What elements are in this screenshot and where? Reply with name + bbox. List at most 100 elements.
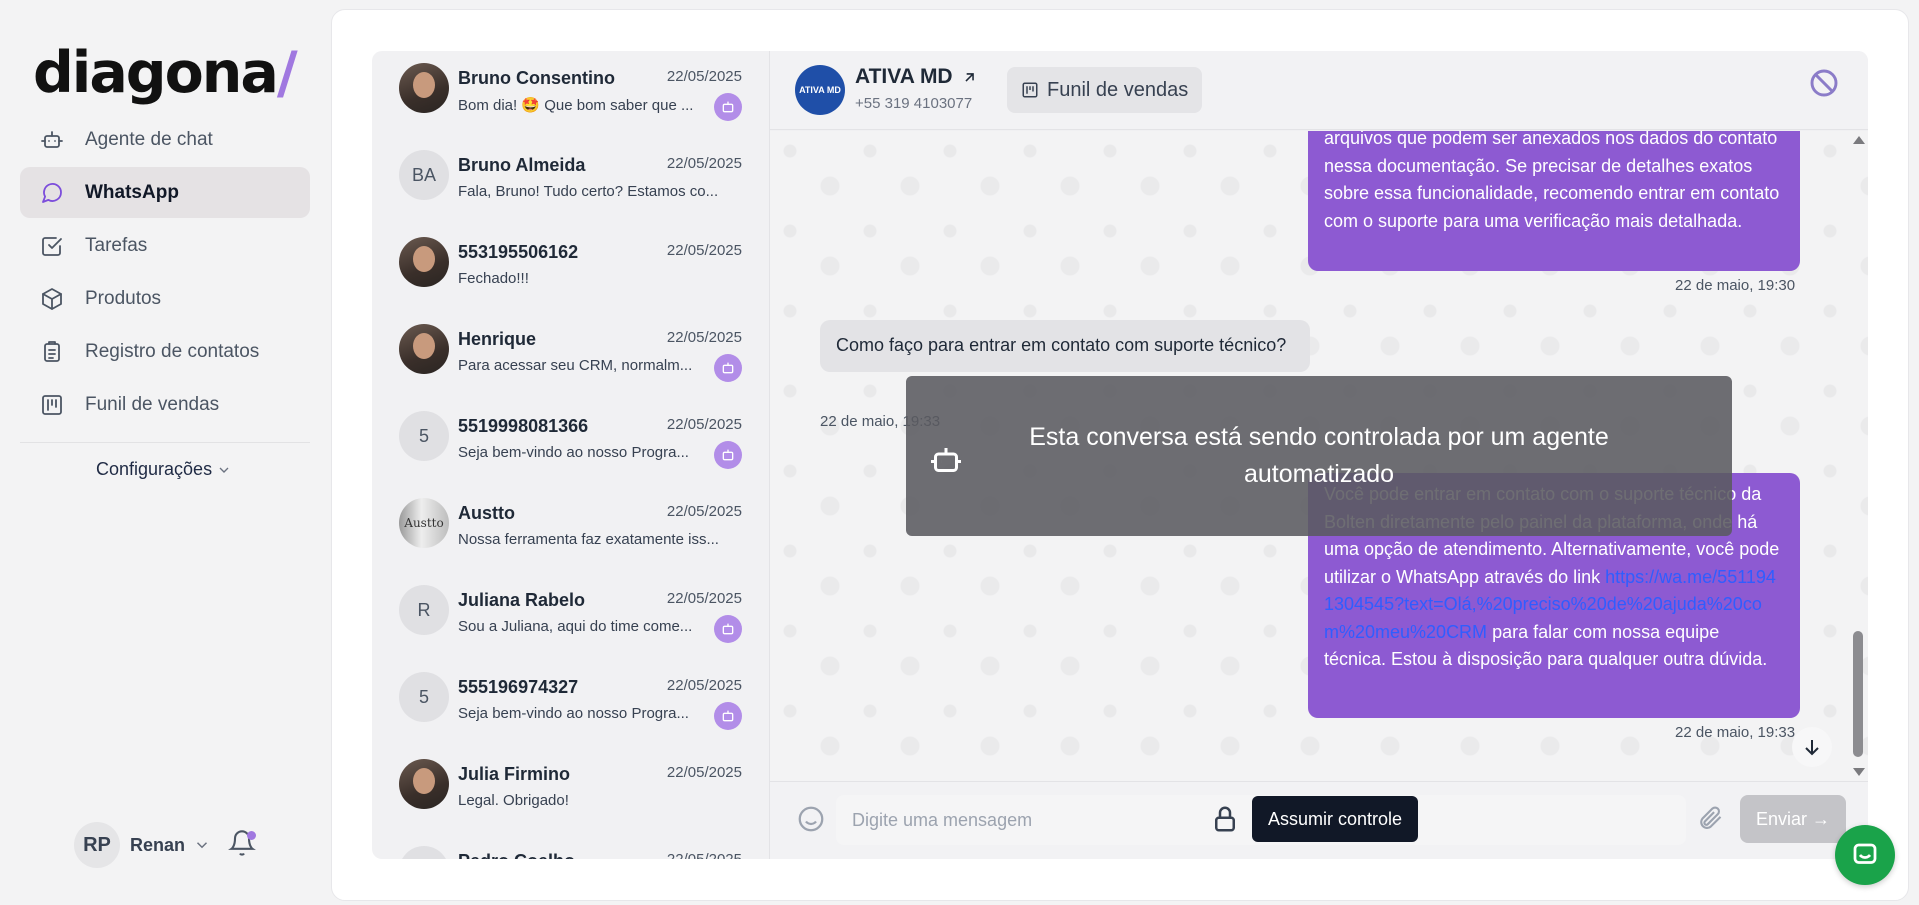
scroll-down-arrow[interactable] [1853,768,1865,776]
sidebar-item-chat-agent[interactable]: Agente de chat [20,114,310,165]
contact-last-message: Fechado!!! [458,270,529,287]
contact-date: 22/05/2025 [666,242,742,259]
contact-name: Austto [458,503,515,523]
chat-messages[interactable]: arquivos que podem ser anexados nos dado… [770,131,1868,781]
list-item[interactable]: 5 5519998081366 22/05/2025 Seja bem-vind… [372,399,769,486]
message-text: arquivos que podem ser anexados nos dado… [1324,131,1780,231]
contact-name: Pedro Coelho [458,851,575,859]
block-button[interactable] [1808,67,1844,103]
kanban-icon [40,393,64,417]
contact-date: 22/05/2025 [666,329,742,346]
avatar: R [399,585,449,635]
settings-dropdown[interactable]: Configurações [96,459,232,480]
chat-contact-name-text: ATIVA MD [855,65,953,88]
package-icon [40,287,64,311]
contact-date: 22/05/2025 [666,764,742,781]
sidebar: diagona/ Agente de chat WhatsApp Tarefas… [0,0,330,905]
message-time: 22 de maio, 19:33 [1675,724,1796,741]
kanban-icon [1022,82,1038,98]
automation-overlay-text: Esta conversa está sendo controlada por … [1029,423,1609,488]
robot-icon [714,615,742,643]
contact-last-message: Para acessar seu CRM, normalm... [458,357,693,374]
contact-last-message: Nossa ferramenta faz exatamente iss... [458,531,719,548]
sales-funnel-button[interactable]: Funil de vendas [1007,67,1203,113]
contact-last-message: Sou a Juliana, aqui do time come... [458,618,693,635]
sidebar-item-sales-funnel[interactable]: Funil de vendas [20,379,310,430]
scrollbar-thumb[interactable] [1853,631,1863,757]
chevron-down-icon [219,467,229,473]
contact-name: Henrique [458,329,537,349]
list-item[interactable]: Julia Firmino 22/05/2025 Legal. Obrigado… [372,747,769,834]
sidebar-item-products[interactable]: Produtos [20,273,310,324]
avatar [399,324,449,374]
list-item[interactable]: Austto Austto 22/05/2025 Nossa ferrament… [372,486,769,573]
contact-last-message: Bom dia! 🤩 Que bom saber que ... [458,97,694,114]
user-menu[interactable]: RP Renan [74,822,211,868]
message-text: Como faço para entrar em contato com sup… [836,335,1287,355]
notifications-button[interactable] [228,829,258,859]
emoji-button[interactable] [796,804,826,834]
message-incoming: Como faço para entrar em contato com sup… [820,320,1310,372]
sidebar-item-whatsapp[interactable]: WhatsApp [20,167,310,218]
list-item[interactable]: PC Pedro Coelho 22/05/2025 [372,834,769,859]
contact-last-message: Legal. Obrigado! [458,792,569,809]
chat-panel: ATIVA MD ATIVA MD +55 319 4103077 Funil … [770,51,1868,859]
attach-button[interactable] [1696,804,1726,834]
contact-last-message: Seja bem-vindo ao nosso Progra... [458,444,689,461]
send-button[interactable]: Enviar → [1740,795,1846,843]
list-item[interactable]: Henrique 22/05/2025 Para acessar seu CRM… [372,312,769,399]
list-item[interactable]: 5 555196974327 22/05/2025 Seja bem-vindo… [372,660,769,747]
robot-icon [40,128,64,152]
chat-contact-phone: +55 319 4103077 [855,95,973,112]
notification-dot [247,831,256,840]
contact-name: 555196974327 [458,677,579,697]
contact-name: Bruno Consentino [458,68,615,88]
chat-scrollbar[interactable] [1848,131,1868,781]
avatar: 5 [399,411,449,461]
robot-icon [714,354,742,382]
settings-label: Configurações [96,459,213,479]
message-composer: Assumir controle Enviar → [770,781,1868,859]
brand-logo[interactable]: diagona/ [33,38,298,108]
block-icon [1810,69,1838,97]
list-item[interactable]: 553195506162 22/05/2025 Fechado!!! [372,225,769,312]
contact-date: 22/05/2025 [666,590,742,607]
contact-date: 22/05/2025 [666,68,742,85]
contact-date: 22/05/2025 [667,851,742,859]
message-time: 22 de maio, 19:30 [1675,277,1796,294]
logo-slash: / [276,40,298,106]
contacts-list: Bruno Consentino 22/05/2025 Bom dia! 🤩 Q… [372,51,770,859]
list-item[interactable]: Bruno Consentino 22/05/2025 Bom dia! 🤩 Q… [372,51,769,138]
avatar: RP [74,822,120,868]
automation-overlay: Esta conversa está sendo controlada por … [906,376,1732,536]
chat-header: ATIVA MD ATIVA MD +55 319 4103077 Funil … [770,51,1868,130]
avatar: ATIVA MD [795,65,845,115]
list-item[interactable]: BA Bruno Almeida 22/05/2025 Fala, Bruno!… [372,138,769,225]
sidebar-divider [20,442,310,443]
contact-date: 22/05/2025 [666,155,742,172]
robot-icon [931,448,961,472]
sidebar-item-label: WhatsApp [85,181,179,203]
list-item[interactable]: R Juliana Rabelo 22/05/2025 Sou a Julian… [372,573,769,660]
avatar: PC [399,846,449,859]
arrow-down-icon [1805,740,1819,756]
chevron-down-icon [196,842,208,849]
logo-text: diagona [33,40,279,106]
sidebar-item-tasks[interactable]: Tarefas [20,220,310,271]
contact-name: Bruno Almeida [458,155,586,175]
robot-icon [714,441,742,469]
scroll-to-bottom-button[interactable] [1792,727,1832,767]
sales-funnel-label: Funil de vendas [1047,78,1189,101]
scroll-up-arrow[interactable] [1853,136,1865,144]
sidebar-item-contacts-registry[interactable]: Registro de contatos [20,326,310,377]
chat-bubble-icon [1853,843,1877,864]
contact-name: Julia Firmino [458,764,571,784]
avatar [399,237,449,287]
paperclip-icon [1700,806,1722,829]
chat-contact-name[interactable]: ATIVA MD [855,65,978,89]
take-control-button[interactable]: Assumir controle [1252,796,1419,842]
support-chat-button[interactable] [1835,825,1895,885]
sidebar-nav: Agente de chat WhatsApp Tarefas Produtos… [20,114,310,432]
contact-date: 22/05/2025 [666,677,742,694]
sidebar-item-label: Agente de chat [85,128,213,150]
